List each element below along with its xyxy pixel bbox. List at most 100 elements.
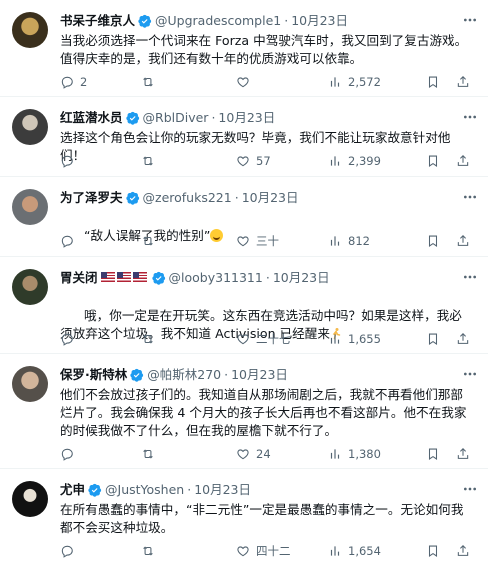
tweet[interactable]: 尤申 @JustYoshen · 10月23日 在所有愚蠢的事情中，“非二元性”… [0,469,488,567]
tweet[interactable]: 保罗·斯特林 @帕斯林270 · 10月23日 他们不会放过孩子们的。我知道自从… [0,354,488,469]
share-button[interactable] [456,331,470,347]
views-icon [330,449,340,459]
avatar[interactable] [12,269,48,305]
retweet-icon [143,156,153,166]
heart-icon [237,236,249,247]
like-button[interactable]: 24 [236,446,271,462]
retweet-button[interactable] [141,74,161,90]
views-button[interactable]: 1,380 [328,446,381,462]
share-button[interactable] [456,446,470,462]
reply-button[interactable] [60,543,80,559]
reply-icon [61,333,73,346]
reply-icon [61,448,73,461]
bookmark-button[interactable] [426,153,440,169]
like-count: 24 [256,447,271,461]
share-icon [457,76,469,87]
retweet-button[interactable] [141,233,161,249]
separator-dot: · [187,482,192,497]
author-name[interactable]: 红蓝潜水员 [60,109,123,127]
reply-button[interactable] [60,233,80,249]
tweet[interactable]: 书呆子维京人 @Upgradescomple1 · 10月23日 当我必须选择一… [0,0,488,97]
retweet-button[interactable] [141,446,161,462]
timestamp[interactable]: 10月23日 [218,109,275,127]
views-button[interactable]: 2,399 [328,153,381,169]
bookmark-button[interactable] [426,233,440,249]
retweet-icon [143,334,153,344]
author-name[interactable]: 书呆子维京人 [60,12,135,30]
author-handle[interactable]: @RblDiver [143,109,209,127]
heart-icon [237,77,249,88]
reply-button[interactable] [60,153,80,169]
heart-icon [237,546,249,557]
more-options-icon[interactable] [462,12,478,28]
tweet[interactable]: 红蓝潜水员 @RblDiver · 10月23日 选择这个角色会让你的玩家无数吗… [0,97,488,177]
bookmark-button[interactable] [426,331,440,347]
avatar[interactable] [12,481,48,517]
more-options-icon[interactable] [462,481,478,497]
view-count: 1,380 [348,447,381,461]
avatar[interactable] [12,109,48,145]
action-bar: 二十七 1,655 [60,331,476,347]
reply-icon [61,235,73,248]
bookmark-button[interactable] [426,543,440,559]
like-button[interactable]: 四十二 [236,543,291,559]
us-flag-icon [100,272,115,282]
avatar[interactable] [12,189,48,225]
more-options-icon[interactable] [462,109,478,125]
share-button[interactable] [456,74,470,90]
author-handle[interactable]: @zerofuks221 [143,189,232,207]
retweet-button[interactable] [141,153,161,169]
like-button[interactable]: 二十七 [236,331,291,347]
timestamp[interactable]: 10月23日 [231,366,288,384]
more-options-icon[interactable] [462,189,478,205]
tweet[interactable]: 为了泽罗夫 @zerofuks221 · 10月23日 “敌人误解了我的性别” … [0,177,488,257]
author-handle[interactable]: @帕斯林270 [147,366,221,384]
reply-button[interactable] [60,446,80,462]
author-handle[interactable]: @Upgradescomple1 [155,12,281,30]
tweet-header: 保罗·斯特林 @帕斯林270 · 10月23日 [60,366,458,384]
like-button[interactable] [236,74,256,90]
action-bar: 2 2,572 [60,74,476,90]
like-button[interactable]: 三十 [236,233,279,249]
author-handle[interactable]: @JustYoshen [105,481,184,499]
avatar[interactable] [12,366,48,402]
timestamp[interactable]: 10月23日 [242,189,299,207]
reply-icon [61,76,73,89]
tweet-header: 红蓝潜水员 @RblDiver · 10月23日 [60,109,458,127]
author-handle[interactable]: @looby311311 [169,269,263,287]
share-button[interactable] [456,543,470,559]
tweet-text: 在所有愚蠢的事情中，“非二元性”一定是最愚蠢的事情之一。无论如何我都不会买这种垃… [60,502,464,535]
reply-button[interactable] [60,331,80,347]
avatar[interactable] [12,12,48,48]
view-count: 1,655 [348,332,381,346]
views-icon [330,334,340,344]
timestamp[interactable]: 10月23日 [273,269,330,287]
like-button[interactable]: 57 [236,153,271,169]
retweet-button[interactable] [141,543,161,559]
bookmark-icon [428,235,438,247]
bookmark-button[interactable] [426,74,440,90]
reply-button[interactable]: 2 [60,74,87,90]
retweet-button[interactable] [141,331,161,347]
reply-count: 2 [80,75,88,89]
share-button[interactable] [456,233,470,249]
author-name[interactable]: 胃关闭 [60,269,98,287]
author-name[interactable]: 保罗·斯特林 [60,366,127,384]
bookmark-button[interactable] [426,446,440,462]
views-icon [330,156,340,166]
timestamp[interactable]: 10月23日 [291,12,348,30]
author-name[interactable]: 为了泽罗夫 [60,189,123,207]
timestamp[interactable]: 10月23日 [194,481,251,499]
views-button[interactable]: 1,655 [328,331,381,347]
bookmark-icon [428,545,438,557]
views-button[interactable]: 2,572 [328,74,381,90]
views-button[interactable]: 812 [328,233,370,249]
more-options-icon[interactable] [462,366,478,382]
share-icon [457,545,469,556]
author-name[interactable]: 尤申 [60,481,85,499]
views-button[interactable]: 1,654 [328,543,381,559]
separator-dot: · [265,270,270,285]
share-button[interactable] [456,153,470,169]
tweet[interactable]: 胃关闭 @looby311311 · 10月23日 哦，你一定是在开玩笑。这东西… [0,257,488,354]
more-options-icon[interactable] [462,269,478,285]
